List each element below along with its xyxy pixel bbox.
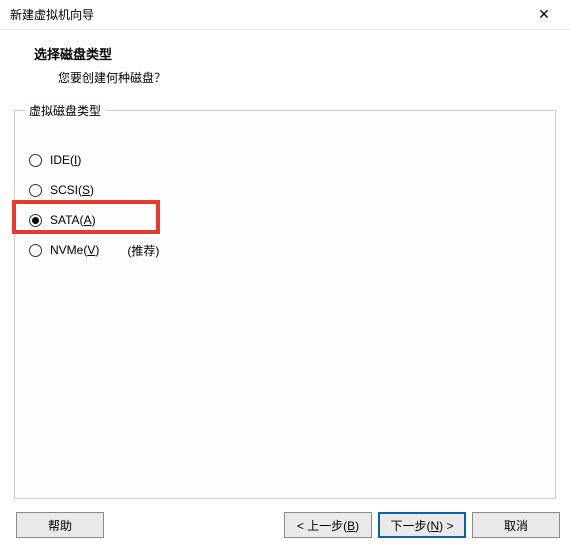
option-nvme-recommended: (推荐) bbox=[127, 242, 159, 259]
options-container: IDE(I) SCSI(S) SATA(A) NVMe(V) (推荐) bbox=[15, 111, 555, 275]
option-scsi-label: SCSI(S) bbox=[50, 183, 94, 197]
option-sata-label: SATA(A) bbox=[50, 213, 96, 227]
close-button[interactable]: ✕ bbox=[524, 1, 564, 29]
wizard-footer: 帮助 < 上一步(B) 下一步(N) > 取消 bbox=[0, 499, 570, 551]
group-label: 虚拟磁盘类型 bbox=[25, 102, 105, 119]
page-title: 选择磁盘类型 bbox=[34, 44, 550, 63]
radio-icon bbox=[29, 244, 42, 257]
wizard-header: 选择磁盘类型 您要创建何种磁盘？ bbox=[0, 30, 570, 98]
option-nvme-label: NVMe(V) bbox=[50, 243, 99, 257]
next-button[interactable]: 下一步(N) > bbox=[378, 512, 466, 538]
title-bar: 新建虚拟机向导 ✕ bbox=[0, 0, 570, 30]
radio-icon bbox=[29, 184, 42, 197]
option-ide[interactable]: IDE(I) bbox=[29, 145, 541, 175]
option-scsi[interactable]: SCSI(S) bbox=[29, 175, 541, 205]
window-title: 新建虚拟机向导 bbox=[10, 6, 94, 23]
option-ide-label: IDE(I) bbox=[50, 153, 81, 167]
page-subtitle: 您要创建何种磁盘？ bbox=[34, 69, 550, 86]
cancel-button[interactable]: 取消 bbox=[472, 512, 560, 538]
disk-type-group: 虚拟磁盘类型 IDE(I) SCSI(S) SATA(A) NVMe(V) bbox=[14, 110, 556, 499]
radio-icon bbox=[29, 154, 42, 167]
option-nvme[interactable]: NVMe(V) (推荐) bbox=[29, 235, 541, 265]
help-button[interactable]: 帮助 bbox=[16, 512, 104, 538]
back-button[interactable]: < 上一步(B) bbox=[284, 512, 372, 538]
option-sata[interactable]: SATA(A) bbox=[29, 205, 541, 235]
close-icon: ✕ bbox=[538, 6, 550, 23]
radio-icon bbox=[29, 214, 42, 227]
